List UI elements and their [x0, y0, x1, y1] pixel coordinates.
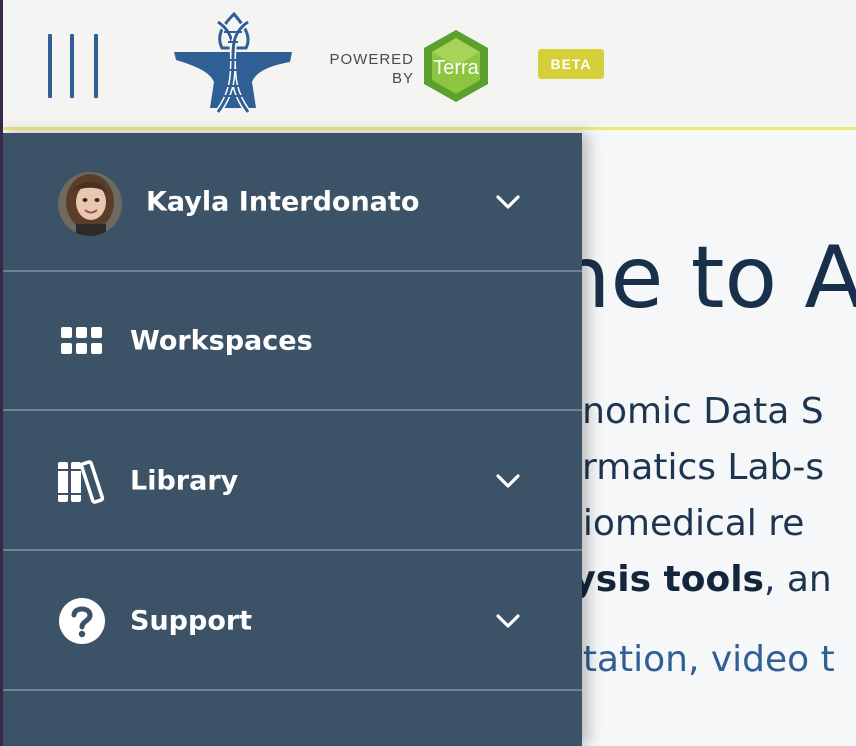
intro-bold-text: lysis tools — [560, 559, 764, 600]
sidebar-item-label: Workspaces — [130, 325, 313, 356]
sidebar-item-workspaces[interactable]: Workspaces — [0, 272, 582, 411]
welcome-heading: ne to A — [556, 228, 856, 328]
sidebar-item-support[interactable]: Support — [0, 552, 582, 691]
library-icon — [58, 459, 105, 504]
terra-logo-text: Terra — [433, 57, 479, 79]
documentation-link[interactable]: ntation, video t — [560, 638, 835, 682]
powered-by-text: POWERED BY — [310, 50, 414, 88]
nav-drawer: Kayla Interdonato Workspaces Library Sup… — [0, 133, 582, 746]
user-menu-item[interactable]: Kayla Interdonato — [0, 133, 582, 272]
user-avatar — [58, 172, 122, 236]
intro-line-3: biomedical re — [560, 503, 805, 544]
hamburger-menu-button[interactable] — [46, 32, 102, 100]
chevron-down-icon[interactable] — [494, 188, 522, 216]
user-name: Kayla Interdonato — [146, 186, 420, 217]
intro-line-2: ormatics Lab-s — [560, 447, 825, 488]
terra-logo[interactable]: Terra — [420, 28, 492, 104]
question-circle-icon — [59, 597, 105, 644]
sidebar-item-label: Support — [130, 605, 253, 636]
intro-line-4: lysis tools, an — [560, 558, 832, 602]
chevron-down-icon[interactable] — [494, 467, 522, 495]
anvil-dna-logo[interactable] — [172, 12, 294, 116]
sidebar-item-library[interactable]: Library — [0, 412, 582, 551]
sidebar-item-label: Library — [130, 465, 239, 496]
intro-line-1: enomic Data S — [560, 391, 824, 432]
top-header: POWERED BY Terra BETA — [0, 0, 856, 130]
beta-badge: BETA — [538, 49, 604, 79]
grid-icon — [61, 326, 102, 354]
chevron-down-icon[interactable] — [494, 607, 522, 635]
intro-line-4-rest: , an — [763, 559, 832, 600]
window-edge — [0, 0, 3, 746]
powered-line-1: POWERED — [329, 51, 414, 68]
powered-line-2: BY — [391, 70, 414, 87]
